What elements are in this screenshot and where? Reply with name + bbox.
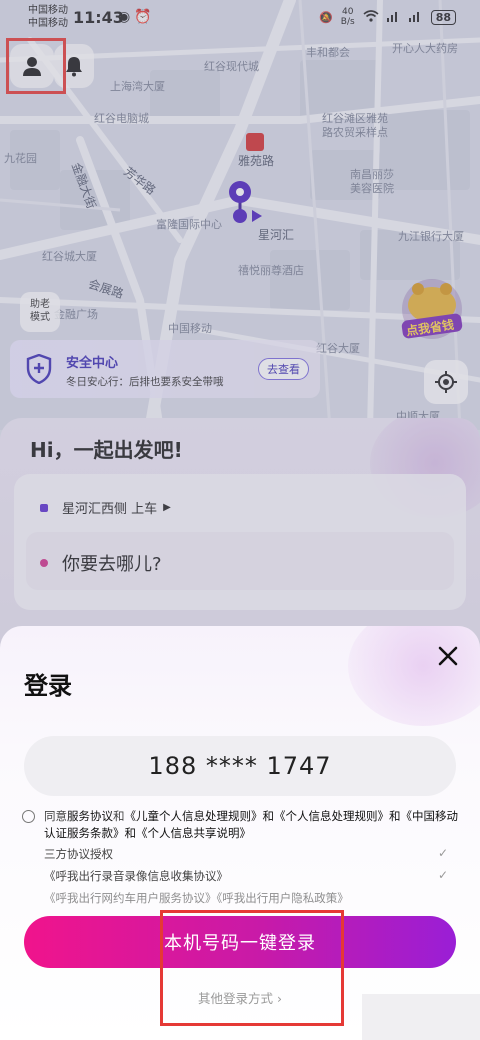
highlight-box bbox=[160, 910, 344, 1026]
phone-number-display: 188 **** 1747 bbox=[24, 736, 456, 796]
third-party-agreement-link[interactable]: 《呼我出行网约车用户服务协议》《呼我出行用户隐私政策》 bbox=[44, 891, 349, 905]
login-title: 登录 bbox=[24, 672, 72, 700]
check-icon: ✓ bbox=[437, 868, 448, 882]
decor bbox=[348, 626, 480, 726]
third-party-title-row: 三方协议授权 ✓ bbox=[44, 846, 448, 862]
close-icon[interactable] bbox=[434, 642, 462, 670]
agreement-mid: 和 bbox=[113, 809, 125, 823]
agreement-row: 同意服务协议和《儿童个人信息处理规则》和《个人信息处理规则》和《中国移动认证服务… bbox=[22, 808, 462, 842]
third-party-title: 三方协议授权 bbox=[44, 847, 113, 861]
third-party-row: 《呼我出行网约车用户服务协议》《呼我出行用户隐私政策》 bbox=[44, 890, 448, 906]
service-agreement-link[interactable]: 服务协议 bbox=[67, 809, 113, 823]
agreement-checkbox[interactable] bbox=[22, 810, 35, 823]
check-icon: ✓ bbox=[437, 846, 448, 860]
agreement-prefix: 同意 bbox=[44, 809, 67, 823]
watermark bbox=[362, 994, 480, 1040]
third-party-row: 《呼我出行录音录像信息收集协议》 ✓ bbox=[44, 868, 448, 884]
third-party-agreement-link[interactable]: 《呼我出行录音录像信息收集协议》 bbox=[44, 869, 228, 883]
